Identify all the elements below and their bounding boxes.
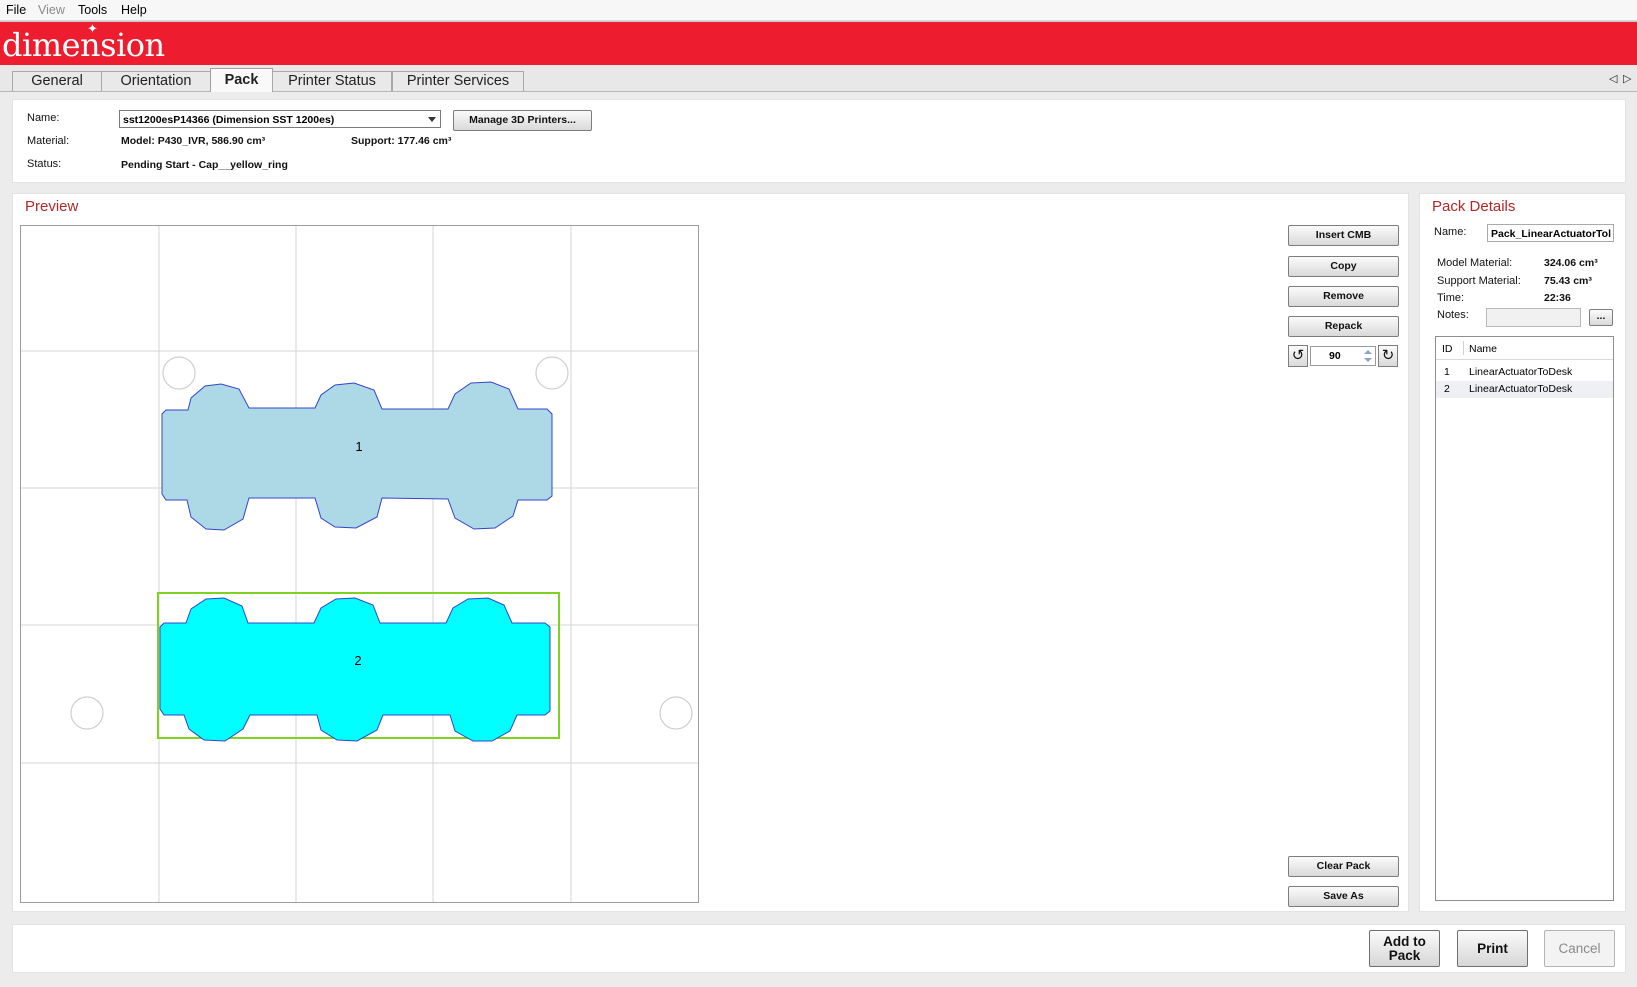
pack-name-input[interactable]: Pack_LinearActuatorTol (1487, 224, 1614, 242)
rotate-counterclockwise-icon[interactable]: ↺ (1288, 345, 1308, 367)
notes-edit-button[interactable]: ... (1589, 309, 1613, 326)
printer-name-value: sst1200esP14366 (Dimension SST 1200es) (123, 114, 335, 126)
row-id: 1 (1444, 366, 1450, 378)
material-support-value: Support: 177.46 cm³ (351, 135, 452, 147)
tab-strip: General Orientation Pack Printer Status … (0, 65, 1637, 92)
spin-up-icon[interactable] (1364, 350, 1372, 354)
brand-banner: dimension ✦ (0, 21, 1637, 65)
chevron-down-icon (428, 117, 436, 122)
row-name: LinearActuatorToDesk (1469, 366, 1573, 378)
row-name: LinearActuatorToDesk (1469, 383, 1573, 395)
build-tray-svg: 1 2 (21, 226, 698, 902)
manage-3d-printers-button[interactable]: Manage 3D Printers... (453, 110, 592, 131)
notes-label: Notes: (1437, 309, 1469, 321)
menu-help[interactable]: Help (121, 3, 147, 17)
add-to-pack-label-line2: Pack (1388, 948, 1421, 963)
column-name[interactable]: Name (1469, 343, 1497, 355)
part-1-shape[interactable] (161, 381, 553, 531)
dimension-logo: dimension (2, 26, 165, 64)
tab-scroll-left-icon[interactable]: ◁ (1609, 72, 1617, 85)
rotation-angle-value: 90 (1329, 350, 1341, 362)
menu-tools[interactable]: Tools (78, 3, 107, 17)
alignment-circle (162, 356, 196, 390)
notes-input[interactable] (1486, 308, 1581, 327)
tab-scroll-right-icon[interactable]: ▷ (1623, 72, 1631, 85)
part-2-shape[interactable] (159, 597, 551, 742)
build-tray-canvas[interactable]: 1 2 (20, 225, 699, 903)
tab-printer-services[interactable]: Printer Services (392, 71, 524, 91)
tab-pack[interactable]: Pack (210, 68, 273, 92)
alignment-circle (535, 356, 569, 390)
logo-diamond-icon: ✦ (87, 21, 98, 36)
menu-view[interactable]: View (38, 3, 65, 17)
list-header: ID Name (1436, 337, 1613, 360)
material-label: Material: (27, 135, 70, 147)
repack-button[interactable]: Repack (1288, 316, 1399, 337)
tray-grid (21, 226, 698, 902)
pack-parts-list[interactable]: ID Name 1 LinearActuatorToDesk 2 LinearA… (1435, 336, 1614, 901)
menu-file[interactable]: File (6, 3, 26, 17)
support-material-value: 75.43 cm³ (1544, 275, 1592, 287)
pack-details-title: Pack Details (1432, 198, 1516, 215)
model-material-value: 324.06 cm³ (1544, 257, 1598, 269)
print-button[interactable]: Print (1457, 930, 1528, 967)
status-value: Pending Start - Cap__yellow_ring (121, 159, 288, 171)
tab-general[interactable]: General (12, 71, 102, 91)
pack-name-label: Name: (1434, 226, 1467, 238)
column-id[interactable]: ID (1442, 343, 1453, 355)
rotation-angle-stepper[interactable]: 90 (1310, 346, 1376, 366)
menu-bar: File View Tools Help (0, 0, 1637, 21)
printer-name-dropdown[interactable]: sst1200esP14366 (Dimension SST 1200es) (119, 110, 441, 128)
support-material-label: Support Material: (1437, 275, 1521, 287)
tab-orientation[interactable]: Orientation (101, 71, 211, 91)
column-divider (1463, 341, 1464, 355)
printer-name-label: Name: (27, 112, 60, 124)
status-label: Status: (27, 158, 62, 170)
part-2-label: 2 (354, 653, 361, 668)
insert-cmb-button[interactable]: Insert CMB (1288, 225, 1399, 246)
remove-button[interactable]: Remove (1288, 286, 1399, 307)
list-item[interactable]: 2 LinearActuatorToDesk (1436, 381, 1613, 398)
add-to-pack-button[interactable]: Add to Pack (1369, 930, 1440, 967)
list-item[interactable]: 1 LinearActuatorToDesk (1436, 364, 1613, 381)
part-1-label: 1 (355, 439, 362, 454)
tab-printer-status[interactable]: Printer Status (272, 71, 392, 91)
clear-pack-button[interactable]: Clear Pack (1288, 856, 1399, 877)
copy-button[interactable]: Copy (1288, 256, 1399, 277)
add-to-pack-label-line1: Add to (1383, 934, 1426, 949)
time-value: 22:36 (1544, 292, 1571, 304)
preview-title: Preview (25, 198, 79, 215)
save-as-button[interactable]: Save As (1288, 886, 1399, 907)
alignment-circle (70, 696, 104, 730)
alignment-circle (659, 696, 693, 730)
model-material-label: Model Material: (1437, 257, 1513, 269)
material-model-value: Model: P430_IVR, 586.90 cm³ (121, 135, 266, 147)
cancel-button[interactable]: Cancel (1544, 930, 1615, 967)
row-id: 2 (1444, 383, 1450, 395)
spin-down-icon[interactable] (1364, 358, 1372, 362)
time-label: Time: (1437, 292, 1465, 304)
rotate-clockwise-icon[interactable]: ↻ (1378, 345, 1398, 367)
